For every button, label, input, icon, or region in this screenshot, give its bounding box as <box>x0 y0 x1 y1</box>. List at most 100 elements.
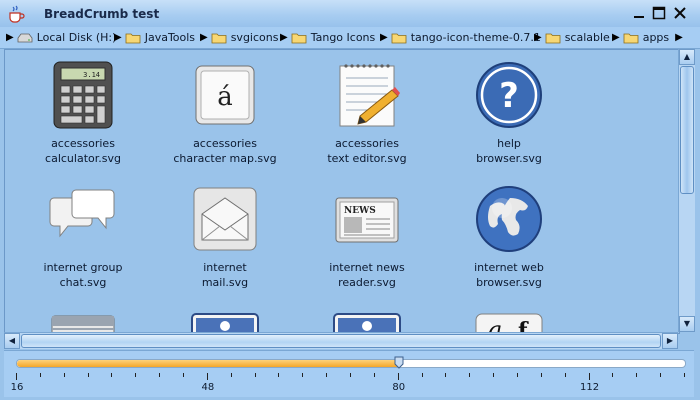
scroll-up-button[interactable]: ▲ <box>679 49 695 65</box>
slider-tick <box>540 373 542 377</box>
character-map-icon: á <box>195 65 255 125</box>
news-header-text: NEWS <box>344 206 376 216</box>
slider-tick <box>636 373 638 377</box>
slider-tick <box>159 373 161 377</box>
file-label: accessories text editor.svg <box>327 137 407 165</box>
zoom-slider-panel: 16 48 80 112 <box>4 350 694 397</box>
breadcrumb-arrow-icon[interactable]: ▶ <box>280 32 288 43</box>
scroll-left-button[interactable]: ◀ <box>4 333 20 349</box>
chat-icon <box>49 189 115 238</box>
breadcrumb-arrow-icon[interactable]: ▶ <box>675 32 683 43</box>
java-coffee-icon[interactable] <box>6 4 26 24</box>
folder-icon <box>545 33 561 43</box>
breadcrumb-item-tango-theme[interactable]: ▶ tango-icon-theme-0.7.1 <box>380 30 541 45</box>
breadcrumb-item-scalable[interactable]: ▶ scalable <box>534 30 610 45</box>
horizontal-scroll-thumb[interactable] <box>21 334 661 348</box>
help-icon: ? <box>476 62 542 128</box>
file-label: internet group chat.svg <box>43 261 123 289</box>
breadcrumb-arrow-icon[interactable]: ▶ <box>114 32 122 43</box>
folder-icon <box>291 33 307 43</box>
file-label: internet mail.svg <box>201 261 249 289</box>
slider-tick <box>278 373 280 377</box>
file-label: accessories character map.svg <box>173 137 277 165</box>
calculator-display-text: 3.14 <box>83 71 100 79</box>
slider-tick <box>612 373 614 377</box>
vertical-scroll-thumb[interactable] <box>680 66 694 194</box>
slider-tick <box>660 373 662 377</box>
breadcrumb-label: svgicons <box>230 31 279 44</box>
breadcrumb-item-local-disk[interactable]: ▶ Local Disk (H:) <box>6 30 116 45</box>
slider-tick <box>111 373 113 377</box>
minimize-button[interactable] <box>632 6 646 20</box>
user-card-icon <box>333 313 401 333</box>
mail-icon <box>193 187 257 251</box>
slider-tick <box>206 373 208 380</box>
folder-icon <box>211 33 227 43</box>
close-button[interactable] <box>673 6 687 20</box>
folder-icon <box>125 33 141 43</box>
slider-tick <box>517 373 518 377</box>
breadcrumb-arrow-icon[interactable]: ▶ <box>534 32 542 43</box>
charmap-glyph: á <box>217 82 233 112</box>
slider-tick <box>350 373 351 377</box>
font-icon: a f <box>475 313 543 333</box>
slider-tick <box>397 373 399 380</box>
breadcrumb-label: tango-icon-theme-0.7.1 <box>410 31 541 44</box>
breadcrumb-label: Tango Icons <box>310 31 376 44</box>
file-label: help browser.svg <box>476 137 542 165</box>
vertical-scrollbar[interactable]: ▲ ▼ <box>678 49 695 332</box>
folder-icon <box>391 33 407 43</box>
drive-icon <box>17 33 33 42</box>
slider-tick <box>183 373 184 377</box>
slider-tick <box>16 373 17 380</box>
slider-tick <box>564 373 566 377</box>
breadcrumb-item-tango-icons[interactable]: ▶ Tango Icons <box>280 30 375 45</box>
slider-tick <box>445 373 447 377</box>
zoom-slider-track[interactable] <box>16 356 686 369</box>
folder-icon <box>623 33 639 43</box>
slider-tick <box>230 373 232 377</box>
breadcrumb-label: apps <box>642 31 670 44</box>
scroll-right-button[interactable]: ▶ <box>662 333 678 349</box>
slider-tick <box>135 373 137 377</box>
file-label: internet web browser.svg <box>474 261 544 289</box>
slider-tick <box>87 373 89 377</box>
zoom-slider-thumb[interactable] <box>394 356 404 369</box>
globe-icon <box>476 186 542 252</box>
file-grid: 3.14 accessories calculator.svg á accesso… <box>4 49 680 334</box>
breadcrumb-arrow-icon[interactable]: ▶ <box>612 32 620 43</box>
horizontal-scrollbar[interactable]: ◀ ▶ <box>4 332 678 349</box>
scroll-down-button[interactable]: ▼ <box>679 316 695 332</box>
breadcrumb-label: scalable <box>564 31 610 44</box>
slider-tick <box>421 373 423 377</box>
breadcrumb-label: JavaTools <box>144 31 196 44</box>
window-icon <box>51 315 115 333</box>
slider-tick-label: 16 <box>10 382 24 393</box>
slider-tick <box>302 373 304 377</box>
slider-tick <box>373 373 375 377</box>
breadcrumb-arrow-icon[interactable]: ▶ <box>200 32 208 43</box>
slider-tick <box>588 373 590 380</box>
breadcrumb-item-svgicons[interactable]: ▶ svgicons <box>200 30 278 45</box>
breadcrumb-label: Local Disk (H:) <box>36 31 117 44</box>
slider-tick <box>684 373 685 377</box>
breadcrumb-arrow-icon[interactable]: ▶ <box>380 32 388 43</box>
slider-tick <box>63 373 65 377</box>
window-title: BreadCrumb test <box>44 7 160 21</box>
maximize-button[interactable] <box>652 6 666 20</box>
breadcrumb-item-javatools[interactable]: ▶ JavaTools <box>114 30 195 45</box>
breadcrumb-arrow-icon[interactable]: ▶ <box>6 32 14 43</box>
slider-tick <box>254 373 256 377</box>
breadcrumb-item-apps[interactable]: ▶ apps ▶ <box>612 30 686 45</box>
title-bar: BreadCrumb test <box>0 0 700 28</box>
zoom-slider-fill <box>17 360 399 367</box>
slider-tick <box>493 373 495 377</box>
file-label: internet news reader.svg <box>329 261 405 289</box>
calculator-icon: 3.14 <box>53 61 113 129</box>
zoom-slider-ticks: 16 48 80 112 <box>11 373 686 393</box>
file-label: accessories calculator.svg <box>45 137 121 165</box>
slider-tick-label: 112 <box>580 382 600 393</box>
slider-tick <box>326 373 328 377</box>
slider-tick-label: 48 <box>201 382 215 393</box>
news-icon: NEWS <box>335 197 399 243</box>
